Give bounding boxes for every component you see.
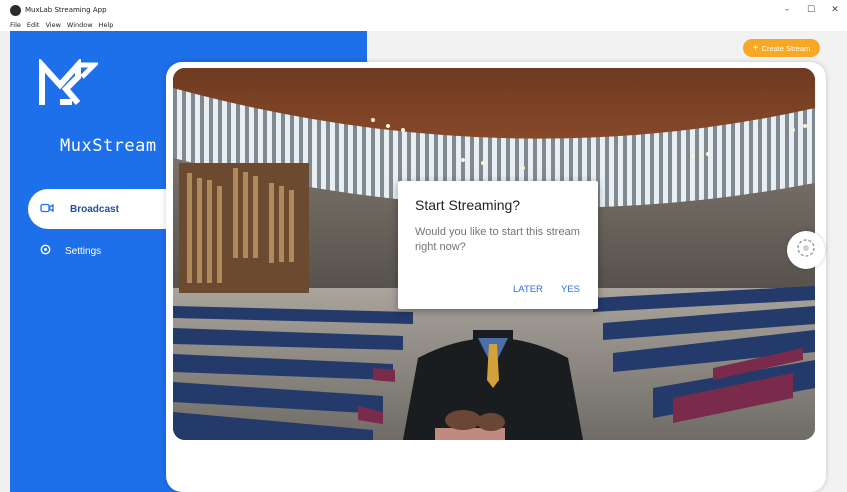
menu-help[interactable]: Help (99, 21, 114, 29)
dialog-message: Would you like to start this stream righ… (415, 226, 580, 253)
maximize-button[interactable]: ☐ (799, 0, 823, 20)
brand-name: MuxStream (60, 136, 157, 156)
menu-bar: File Edit View Window Help (0, 19, 847, 31)
create-stream-label: Create Stream (761, 43, 811, 53)
menu-edit[interactable]: Edit (27, 21, 40, 29)
plus-icon: + (752, 42, 759, 54)
app-icon (10, 4, 21, 16)
dialog-title: Start Streaming? (415, 197, 521, 213)
menu-window[interactable]: Window (67, 21, 93, 29)
menu-view[interactable]: View (45, 21, 60, 29)
sidebar-item-broadcast[interactable]: Broadcast (28, 189, 178, 229)
minimize-button[interactable]: – (775, 0, 799, 20)
fullscreen-toggle-button[interactable] (787, 231, 825, 269)
later-button[interactable]: LATER (513, 284, 543, 295)
circle-arrow-icon (795, 237, 817, 264)
sidebar-item-settings[interactable]: Settings (28, 236, 168, 266)
app-body: MuxStream Broadcast Settings + Create St… (0, 31, 847, 492)
gear-icon (40, 242, 51, 260)
sidebar-item-label: Broadcast (70, 203, 119, 215)
sidebar-item-label: Settings (65, 245, 102, 257)
start-streaming-dialog: Start Streaming? Would you like to start… (398, 181, 598, 309)
window-title: MuxLab Streaming App (25, 6, 107, 14)
menu-file[interactable]: File (10, 21, 21, 29)
video-camera-icon (40, 200, 54, 218)
create-stream-button[interactable]: + Create Stream (743, 39, 820, 57)
window-controls: – ☐ ✕ (775, 0, 847, 20)
close-button[interactable]: ✕ (823, 0, 847, 20)
yes-button[interactable]: YES (561, 284, 580, 295)
muxstream-logo (38, 59, 98, 109)
title-bar: MuxLab Streaming App – ☐ ✕ (0, 0, 847, 20)
